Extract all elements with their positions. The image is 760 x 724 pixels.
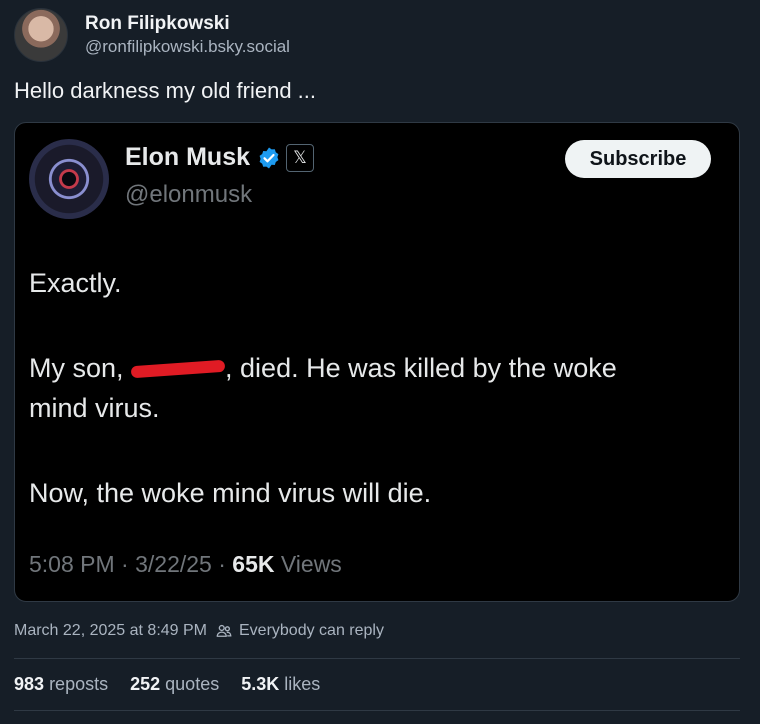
post-header: Ron Filipkowski @ronfilipkowski.bsky.soc… — [14, 8, 290, 62]
tweet-text: , died. He was killed by the woke — [225, 353, 617, 383]
divider — [14, 710, 740, 711]
embedded-screenshot[interactable]: Elon Musk 𝕏 @elonmusk Subscribe Exactly.… — [14, 122, 740, 602]
divider — [14, 658, 740, 659]
redaction-mark — [131, 360, 225, 380]
tweet-line: Exactly. — [29, 268, 122, 298]
views-count: 65K — [232, 551, 275, 577]
likes-stat[interactable]: 5.3K likes — [241, 674, 320, 695]
verified-badge-icon — [259, 147, 279, 168]
views-label: Views — [274, 551, 342, 577]
post-date[interactable]: March 22, 2025 at 8:49 PM — [14, 622, 207, 640]
author-handle[interactable]: @ronfilipkowski.bsky.social — [85, 36, 290, 58]
post-footer: March 22, 2025 at 8:49 PM Everybody can … — [14, 622, 384, 640]
tweet-line: mind virus. — [29, 393, 160, 423]
tweet-line: My son, , died. He was killed by the wok… — [29, 348, 719, 388]
embed-avatar — [29, 139, 109, 219]
embed-name-row: Elon Musk 𝕏 — [125, 143, 315, 172]
reposts-count: 983 — [14, 674, 45, 694]
likes-count: 5.3K — [241, 674, 280, 694]
reposts-stat[interactable]: 983 reposts — [14, 674, 108, 695]
x-badge-icon: 𝕏 — [286, 143, 315, 172]
author-info: Ron Filipkowski @ronfilipkowski.bsky.soc… — [85, 12, 290, 58]
embed-author-name: Elon Musk — [125, 143, 251, 171]
embed-tweet-meta: 5:08 PM · 3/22/25 · 65K Views — [29, 551, 342, 578]
embed-author-handle: @elonmusk — [125, 181, 253, 208]
quotes-count: 252 — [130, 674, 161, 694]
reply-setting[interactable]: Everybody can reply — [239, 622, 384, 640]
likes-label: likes — [284, 674, 321, 694]
subscribe-button[interactable]: Subscribe — [565, 140, 711, 178]
author-name[interactable]: Ron Filipkowski — [85, 12, 290, 36]
avatar[interactable] — [14, 8, 68, 62]
quotes-label: quotes — [165, 674, 220, 694]
reposts-label: reposts — [49, 674, 109, 694]
people-icon — [216, 624, 232, 637]
tweet-line: Now, the woke mind virus will die. — [29, 478, 432, 508]
post-text: Hello darkness my old friend ... — [14, 78, 317, 103]
tweet-text: My son, — [29, 353, 132, 383]
quotes-stat[interactable]: 252 quotes — [130, 674, 219, 695]
post-stats: 983 reposts 252 quotes 5.3K likes — [14, 674, 342, 695]
tweet-timestamp: 5:08 PM · 3/22/25 · — [29, 551, 233, 577]
embed-tweet-body: Exactly. My son, , died. He was killed b… — [29, 263, 719, 513]
